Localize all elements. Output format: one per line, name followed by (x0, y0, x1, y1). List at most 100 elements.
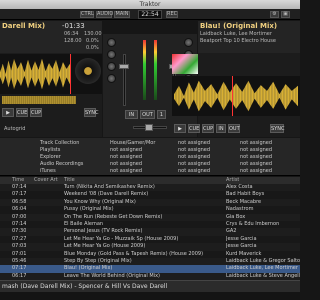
table-row[interactable]: 07:14 El Baile Aleman Crys & Edu Imbernon (0, 221, 300, 228)
cell-title: Blue Monday (Gold Pass & Tapesh Remix) (… (64, 250, 204, 257)
channel-fader-a[interactable] (123, 54, 126, 106)
cell-title: You Know Why (Original Mix) (64, 198, 136, 205)
favorite-slot[interactable]: not assigned (240, 168, 298, 175)
deck-a-loop-size[interactable]: 1 (157, 110, 166, 119)
deck-a-remaining: 06:34 (64, 31, 79, 37)
favorite-slot[interactable]: not assigned (178, 147, 234, 154)
crossfader-cap[interactable] (145, 124, 153, 131)
settings-icon[interactable]: ⚙ (270, 11, 279, 18)
table-row[interactable]: 07:17 Blau! (Original Mix) Laidback Luke, … (0, 265, 300, 273)
ctrl-indicator[interactable]: CTRL (80, 11, 94, 18)
favorite-slot[interactable]: not assigned (178, 140, 234, 147)
deck-a-platter[interactable] (75, 58, 101, 84)
cell-artist: Bad Habit Boys (226, 191, 265, 198)
deck-b-sync-button[interactable]: SYNC (270, 124, 284, 133)
deck-a-waveform[interactable] (0, 54, 102, 94)
deck-b-out-button[interactable]: OUT (228, 124, 240, 133)
favorite-slot[interactable]: not assigned (110, 154, 172, 161)
tree-col-3: not assigned not assigned not assigned n… (178, 140, 234, 175)
track-table: Time Cover Art Title Artist 07:14 Turn (N… (0, 177, 300, 281)
cell-title: Let Me Hear Ya Go - Muzzaik Sp (House 20… (64, 235, 179, 242)
favorite-slot[interactable]: not assigned (110, 147, 172, 154)
table-header: Time Cover Art Title Artist (0, 177, 300, 184)
table-row[interactable]: 07:01 Blue Monday (Gold Pass & Tapesh Rem… (0, 251, 300, 258)
col-header-title[interactable]: Title (64, 177, 75, 184)
tree-item-track-collection[interactable]: Track Collection (40, 140, 100, 147)
cell-time: 07:14 (12, 221, 27, 227)
cell-title: Step By Step (Original Mix) (64, 258, 132, 264)
cell-time: 07:30 (12, 228, 27, 235)
cell-time: 06:58 (12, 198, 27, 205)
deck-a-play-button[interactable]: ▶ (2, 108, 14, 117)
cell-time: 07:03 (12, 243, 27, 250)
deck-a-cue-button[interactable]: CUE (16, 108, 28, 117)
favorite-slot[interactable]: not assigned (178, 154, 234, 161)
cell-title: Weekend '08 (Dave Darell Remix) (64, 191, 149, 198)
favorite-slot[interactable]: not assigned (110, 168, 172, 175)
deck-a-tempo: 128.00 (64, 38, 82, 44)
table-row[interactable]: 07:30 Personal Jesus (TV Rock Remix) GA2 (0, 228, 300, 236)
favorite-slot[interactable]: House/Gamer/Mor (110, 140, 172, 147)
rec-button[interactable]: REC (166, 11, 178, 18)
cell-title: Pussy (Original Mix) (64, 206, 114, 213)
deck-b-waveform[interactable] (172, 76, 300, 116)
favorite-slot[interactable]: not assigned (240, 161, 298, 168)
table-row[interactable]: 07:03 Let Me Hear Ya Go (House 2009) Jesse… (0, 243, 300, 251)
favorite-slot[interactable]: not assigned (178, 168, 234, 175)
deck-b-play-button[interactable]: ▶ (174, 124, 186, 133)
cell-time: 07:17 (12, 191, 27, 198)
deck-a-autogrid[interactable]: Autogrid (4, 126, 25, 132)
channel-fader-a-cap[interactable] (119, 64, 129, 69)
cell-title: On The Run (Rebeste Get Down Remix) (64, 213, 163, 220)
deck-a-track-title: Darell Mix) (2, 22, 46, 30)
table-row[interactable]: 07:14 Turn (Nikita And Semikashev Remix) A… (0, 184, 300, 192)
deck-b-cue-button[interactable]: CUE (188, 124, 200, 133)
col-header-cover-art[interactable]: Cover Art (34, 177, 58, 184)
cell-title: Let Me Hear Ya Go (House 2009) (64, 243, 146, 250)
table-row[interactable]: 07:00 On The Run (Rebeste Get Down Remix)… (0, 213, 300, 221)
gain-knob-a[interactable] (107, 38, 116, 47)
eq-hi-knob-a[interactable] (107, 50, 116, 59)
col-header-artist[interactable]: Artist (226, 177, 239, 184)
table-row[interactable]: 07:27 Let Me Hear Ya Go - Muzzaik Sp (Hou… (0, 236, 300, 243)
deck-a-key: 0.0% (86, 38, 99, 44)
deck-a-bpm: 130.00 (84, 31, 102, 37)
tree-item-playlists[interactable]: Playlists (40, 147, 100, 154)
cell-time: 07:01 (12, 250, 27, 257)
table-row[interactable]: 06:04 Pussy (Original Mix) Nadastrom (0, 206, 300, 213)
level-meter-b (154, 40, 157, 100)
table-row[interactable]: 07:17 Weekend '08 (Dave Darell Remix) Bad … (0, 191, 300, 198)
cell-artist: Gia Box (226, 213, 246, 220)
clock: 22:54 (138, 10, 162, 19)
deck-a-overview[interactable] (2, 96, 76, 104)
table-row[interactable]: 05:46 Step By Step (Original Mix) Laidback… (0, 258, 300, 266)
favorite-slot[interactable]: not assigned (178, 161, 234, 168)
deck-a-out-button[interactable]: OUT (140, 110, 155, 119)
favorite-slot[interactable]: not assigned (240, 154, 298, 161)
deck-b-cup-button[interactable]: CUP (202, 124, 214, 133)
deck-b-in-button[interactable]: IN (216, 124, 226, 133)
tree-item-audio-recordings[interactable]: Audio Recordings (40, 161, 100, 168)
cell-artist: Beck Macabre (226, 198, 262, 205)
audio-indicator[interactable]: AUDIO (96, 11, 113, 18)
global-toolbar: CTRL AUDIO MAIN 22:54 REC ⚙ ▣ (0, 9, 300, 20)
gain-knob-b[interactable] (184, 38, 193, 47)
tree-item-itunes[interactable]: iTunes (40, 168, 100, 175)
eq-mid-knob-a[interactable] (107, 62, 116, 71)
fullscreen-icon[interactable]: ▣ (281, 11, 290, 18)
main-indicator[interactable]: MAIN (114, 11, 130, 18)
favorite-slot[interactable]: not assigned (110, 161, 172, 168)
table-row[interactable]: 06:58 You Know Why (Original Mix) Beck Mac… (0, 198, 300, 207)
table-body: 07:14 Turn (Nikita And Semikashev Remix) A… (0, 184, 300, 281)
col-header-time[interactable]: Time (12, 177, 24, 184)
eq-lo-knob-a[interactable] (107, 74, 116, 83)
tree-item-explorer[interactable]: Explorer (40, 154, 100, 161)
tree-col-2: House/Gamer/Mor not assigned not assigne… (110, 140, 172, 175)
deck-b-header: Blau! (Original Mix) Laidback Luke, Lee … (198, 21, 300, 53)
deck-a-sync-button[interactable]: SYNC (84, 108, 98, 117)
favorite-slot[interactable]: not assigned (240, 140, 298, 147)
cell-time: 07:17 (12, 265, 27, 272)
deck-a-in-button[interactable]: IN (125, 110, 138, 119)
favorite-slot[interactable]: not assigned (240, 147, 298, 154)
deck-a-cup-button[interactable]: CUP (30, 108, 42, 117)
